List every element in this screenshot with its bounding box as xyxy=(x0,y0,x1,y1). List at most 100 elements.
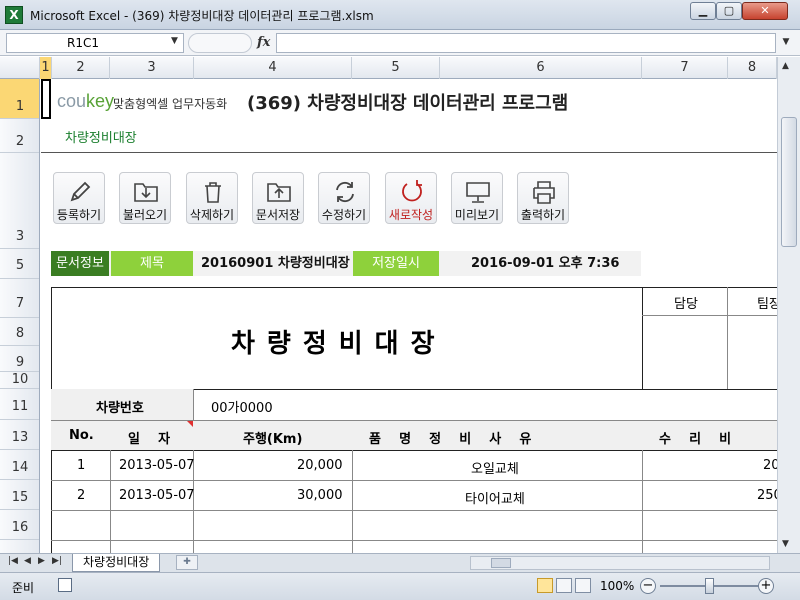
row-header-11[interactable]: 11 xyxy=(0,389,39,420)
row-header-1[interactable]: 1 xyxy=(0,79,39,119)
row-header-3[interactable]: 3 xyxy=(0,153,39,249)
approval-staff-label: 담당 xyxy=(674,297,698,312)
column-header-7[interactable]: 7 xyxy=(642,57,728,79)
formula-bar: R1C1 ▼ fx ▼ xyxy=(0,30,800,56)
horizontal-scrollbar[interactable] xyxy=(470,556,770,570)
first-sheet-icon[interactable]: |◀ xyxy=(8,556,18,566)
approval-left-border xyxy=(642,287,643,389)
sheet-tab-active[interactable]: 차량정비대장 xyxy=(72,554,161,572)
col-no-header: No. xyxy=(69,428,94,443)
col-date-header: 일 자 xyxy=(128,432,171,447)
chevron-down-icon[interactable]: ▼ xyxy=(171,36,178,46)
expand-formula-icon[interactable]: ▼ xyxy=(778,33,794,53)
row-header-9[interactable]: 9 xyxy=(0,346,39,372)
row-2-cost[interactable]: 250 xyxy=(757,488,777,503)
vehicle-number-label: 차량번호 xyxy=(96,401,144,416)
prev-sheet-icon[interactable]: ◀ xyxy=(24,556,31,566)
column-header-1[interactable]: 1 xyxy=(40,57,52,79)
approval-manager-label: 팀장 xyxy=(757,297,777,312)
row-header-8[interactable]: 8 xyxy=(0,318,39,346)
row-header-5[interactable]: 5 xyxy=(0,249,39,279)
active-cell-cursor xyxy=(41,79,51,119)
column-header-3[interactable]: 3 xyxy=(110,57,194,79)
column-header-2[interactable]: 2 xyxy=(52,57,110,79)
row-1-reason[interactable]: 오일교체 xyxy=(471,458,519,477)
row-2-date[interactable]: 2013-05-07 xyxy=(119,488,195,503)
select-all-corner[interactable] xyxy=(0,57,40,79)
row-header-7[interactable]: 7 xyxy=(0,279,39,318)
column-header: 1 2 3 4 5 6 7 8 xyxy=(0,57,800,79)
maximize-button[interactable]: ▢ xyxy=(716,2,742,20)
folder-upload-icon xyxy=(267,183,291,202)
comment-indicator xyxy=(187,421,193,427)
row-header-15[interactable]: 15 xyxy=(0,480,39,510)
title-value[interactable]: 20160901 차량정비대장 xyxy=(201,251,350,276)
row-1-km[interactable]: 20,000 xyxy=(297,458,343,473)
logo-key: key xyxy=(86,91,115,111)
column-header-6[interactable]: 6 xyxy=(440,57,642,79)
page-layout-view-button[interactable] xyxy=(556,578,572,593)
row-header-13[interactable]: 13 xyxy=(0,420,39,450)
scroll-down-icon[interactable]: ▼ xyxy=(782,539,789,549)
form-top-border xyxy=(51,287,777,288)
column-header-5[interactable]: 5 xyxy=(352,57,440,79)
next-sheet-icon[interactable]: ▶ xyxy=(38,556,45,566)
macro-record-icon[interactable] xyxy=(58,578,72,592)
row-3-bottom xyxy=(51,540,777,541)
minimize-button[interactable]: ▁ xyxy=(690,2,716,20)
row-2-km[interactable]: 30,000 xyxy=(297,488,343,503)
insert-sheet-icon[interactable]: ✚ xyxy=(176,555,198,570)
zoom-out-button[interactable]: − xyxy=(640,578,656,594)
horizontal-scroll-thumb[interactable] xyxy=(491,558,511,568)
logo-slogan: 맞춤형엑셀 업무자동화 xyxy=(113,97,228,111)
saved-value[interactable]: 2016-09-01 오후 7:36 xyxy=(471,251,619,276)
row-2-reason[interactable]: 타이어교체 xyxy=(465,488,525,507)
excel-icon[interactable]: X xyxy=(5,6,23,24)
last-sheet-icon[interactable]: ▶| xyxy=(52,556,62,566)
insert-function-icon[interactable]: fx xyxy=(257,35,270,50)
vertical-scroll-thumb[interactable] xyxy=(781,117,797,247)
trash-icon xyxy=(205,182,221,203)
row-header-10[interactable]: 10 xyxy=(0,372,39,389)
normal-view-button[interactable] xyxy=(537,578,553,593)
scroll-up-icon[interactable]: ▲ xyxy=(782,61,789,71)
saved-label: 저장일시 xyxy=(353,251,439,276)
row-1-bottom xyxy=(51,480,777,481)
close-button[interactable]: ✕ xyxy=(742,2,788,20)
zoom-in-button[interactable]: + xyxy=(758,578,774,594)
vertical-scrollbar[interactable]: ▲ ▼ xyxy=(777,57,800,553)
row-header-2[interactable]: 2 xyxy=(0,119,39,153)
row-2-bottom xyxy=(51,510,777,511)
pencil-icon xyxy=(70,181,91,202)
preview-label: 미리보기 xyxy=(454,208,500,222)
zoom-level[interactable]: 100% xyxy=(600,579,634,593)
window-title: Microsoft Excel - (369) 차량정비대장 데이터관리 프로그… xyxy=(30,9,374,23)
program-title: (369) 차량정비대장 데이터관리 프로그램 xyxy=(247,93,569,114)
refresh-icon xyxy=(336,181,354,203)
sheet-tab-bar: |◀ ◀ ▶ ▶| 차량정비대장 ✚ xyxy=(0,553,800,572)
delete-label: 삭제하기 xyxy=(189,208,235,222)
sheet-subtitle: 차량정비대장 xyxy=(65,131,137,146)
formula-divider[interactable] xyxy=(188,33,252,53)
row-2-no[interactable]: 2 xyxy=(77,488,85,503)
row-header-16[interactable]: 16 xyxy=(0,510,39,540)
column-header-4[interactable]: 4 xyxy=(194,57,352,79)
row-1-no[interactable]: 1 xyxy=(77,458,85,473)
title-bar: X Microsoft Excel - (369) 차량정비대장 데이터관리 프… xyxy=(0,0,800,30)
row-1-cost[interactable]: 20 xyxy=(763,458,777,473)
row-1-date[interactable]: 2013-05-07 xyxy=(119,458,195,473)
doc-info-label: 문서정보 xyxy=(51,251,109,276)
page-break-view-button[interactable] xyxy=(575,578,591,593)
name-box[interactable]: R1C1 ▼ xyxy=(6,33,184,53)
print-label: 출력하기 xyxy=(520,208,566,222)
row-header-14[interactable]: 14 xyxy=(0,450,39,480)
row-header: 1 2 3 5 7 8 9 10 11 13 14 15 16 xyxy=(0,79,40,553)
name-box-value: R1C1 xyxy=(67,36,99,50)
zoom-slider-thumb[interactable] xyxy=(704,578,714,594)
header-divider xyxy=(41,152,777,153)
vehicle-number-value[interactable]: 00가0000 xyxy=(211,397,273,416)
document-info-bar: 문서정보 제목 20160901 차량정비대장 저장일시 2016-09-01 … xyxy=(51,251,641,276)
formula-input[interactable] xyxy=(276,33,776,53)
worksheet-grid[interactable]: coukey 맞춤형엑셀 업무자동화 (369) 차량정비대장 데이터관리 프로… xyxy=(41,79,777,553)
column-header-8[interactable]: 8 xyxy=(728,57,777,79)
